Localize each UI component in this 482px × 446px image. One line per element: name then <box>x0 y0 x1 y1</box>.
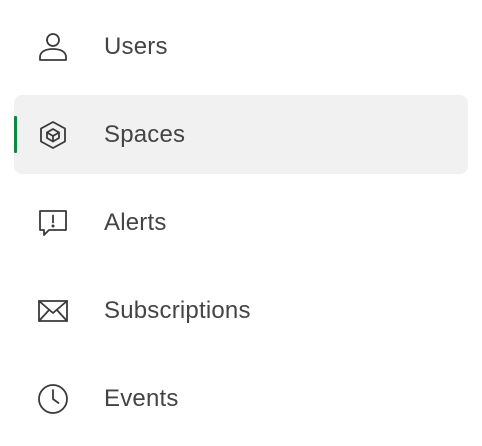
sidebar-item-label: Subscriptions <box>104 297 251 324</box>
sidebar-item-label: Spaces <box>104 121 186 148</box>
envelope-icon <box>36 294 70 328</box>
sidebar-item-label: Events <box>104 385 179 412</box>
clock-icon <box>36 382 70 416</box>
sidebar-item-alerts[interactable]: Alerts <box>14 183 468 262</box>
sidebar-item-label: Users <box>104 33 168 60</box>
sidebar-nav: Users Spaces Alerts Subscriptions Events <box>0 0 482 446</box>
alert-message-icon <box>36 206 70 240</box>
sidebar-item-label: Alerts <box>104 209 167 236</box>
active-indicator <box>14 116 17 153</box>
user-icon <box>36 30 70 64</box>
sidebar-item-spaces[interactable]: Spaces <box>14 95 468 174</box>
sidebar-item-subscriptions[interactable]: Subscriptions <box>14 271 468 350</box>
cube-icon <box>36 118 70 152</box>
sidebar-item-events[interactable]: Events <box>14 359 468 438</box>
sidebar-item-users[interactable]: Users <box>14 7 468 86</box>
